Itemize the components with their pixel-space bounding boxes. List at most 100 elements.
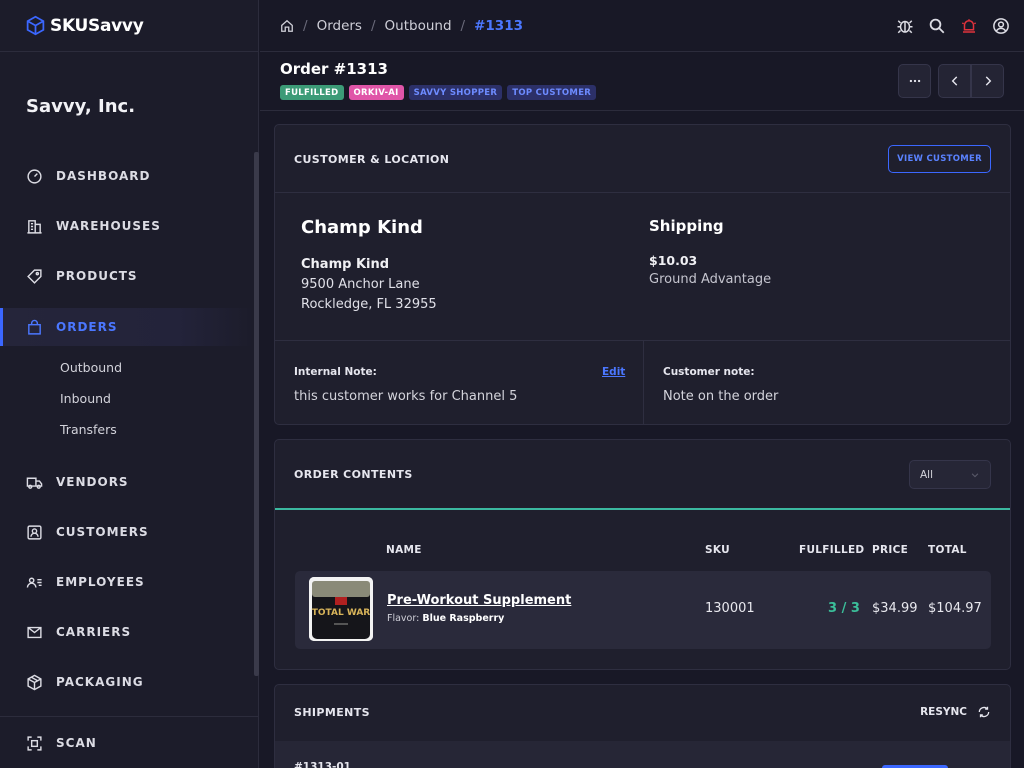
order-badges: FULFILLED ORKIV-AI SAVVY SHOPPER TOP CUS… (280, 85, 597, 100)
progress-indicator (275, 508, 1010, 510)
sidebar: SKUSavvy Savvy, Inc. DASHBOARD WAREHOUSE… (0, 0, 259, 768)
customer-name: Champ Kind (301, 217, 423, 238)
alarm-bell-icon[interactable] (959, 16, 979, 36)
product-image[interactable]: TOTAL WAR (309, 577, 373, 641)
breadcrumb-separator: / (370, 17, 376, 34)
sidebar-item-scan[interactable]: SCAN (0, 724, 254, 762)
company-name: Savvy, Inc. (26, 96, 136, 117)
sidebar-item-warehouses[interactable]: WAREHOUSES (0, 207, 254, 245)
sidebar-scrollbar[interactable] (254, 152, 259, 676)
sidebar-subitem-outbound[interactable]: Outbound (60, 360, 122, 375)
sidebar-item-products[interactable]: PRODUCTS (0, 257, 254, 295)
order-title: Order #1313 (280, 60, 388, 78)
shipments-card: SHIPMENTS RESYNC #1313-01 (274, 684, 1011, 768)
user-avatar-icon[interactable] (991, 16, 1011, 36)
image-label: TOTAL WAR (312, 608, 371, 618)
fulfilled-cell: 3 / 3 (828, 601, 860, 616)
user-list-icon (26, 574, 43, 591)
sku-cell: 130001 (705, 601, 755, 616)
sidebar-item-label: SCAN (56, 736, 97, 750)
shipment-row[interactable]: #1313-01 (275, 741, 1010, 768)
total-cell: $104.97 (928, 601, 982, 616)
more-actions-button[interactable] (898, 64, 931, 98)
search-icon[interactable] (927, 16, 947, 36)
column-header-price: PRICE (872, 544, 909, 556)
sidebar-item-packaging[interactable]: PACKAGING (0, 663, 254, 701)
shipment-id: #1313-01 (294, 761, 351, 768)
card-title: CUSTOMER & LOCATION (294, 153, 450, 166)
user-card-icon (26, 524, 43, 541)
product-variant: Flavor: Blue Raspberry (387, 613, 504, 624)
sidebar-item-label: EMPLOYEES (56, 575, 145, 589)
mail-check-icon (26, 624, 43, 641)
building-icon (26, 218, 43, 235)
breadcrumb-separator: / (303, 17, 308, 34)
customer-location-card: CUSTOMER & LOCATION VIEW CUSTOMER Champ … (274, 124, 1011, 425)
cube-logo-icon (26, 15, 45, 36)
order-header: Order #1313 FULFILLED ORKIV-AI SAVVY SHO… (260, 52, 1024, 111)
resync-button[interactable]: RESYNC (920, 705, 991, 719)
address-line-1: 9500 Anchor Lane (301, 277, 420, 292)
sidebar-item-employees[interactable]: EMPLOYEES (0, 563, 254, 601)
tag-icon (26, 268, 43, 285)
contents-filter-select[interactable]: All (909, 460, 991, 489)
sidebar-divider (0, 716, 259, 717)
sidebar-item-dashboard[interactable]: DASHBOARD (0, 157, 254, 195)
ellipsis-icon (909, 79, 920, 83)
sidebar-item-carriers[interactable]: CARRIERS (0, 613, 254, 651)
internal-note-label: Internal Note: (294, 366, 377, 378)
shipping-title: Shipping (649, 217, 724, 235)
customer-note-text: Note on the order (663, 389, 779, 404)
notes-divider (643, 340, 644, 425)
table-row[interactable]: TOTAL WAR Pre-Workout Supplement Flavor:… (295, 571, 991, 649)
breadcrumb-current: #1313 (474, 17, 523, 34)
price-cell: $34.99 (872, 601, 918, 616)
column-header-total: TOTAL (928, 544, 967, 556)
address-line-2: Rockledge, FL 32955 (301, 297, 437, 312)
logo[interactable]: SKUSavvy (0, 0, 258, 52)
column-header-sku: SKU (705, 544, 730, 556)
sidebar-item-label: ORDERS (56, 320, 118, 334)
bug-icon[interactable] (895, 16, 915, 36)
resync-label: RESYNC (920, 706, 967, 718)
gauge-icon (26, 168, 43, 185)
variant-value: Blue Raspberry (422, 613, 505, 624)
order-contents-card: ORDER CONTENTS All NAME SKU FULFILLED PR… (274, 439, 1011, 670)
shipping-price: $10.03 (649, 253, 698, 268)
breadcrumb-orders[interactable]: Orders (317, 18, 362, 34)
topbar-actions (895, 16, 1011, 36)
column-header-name: NAME (386, 544, 422, 556)
filter-value: All (920, 468, 934, 481)
product-name-link[interactable]: Pre-Workout Supplement (387, 593, 571, 608)
supplement-tub-image: TOTAL WAR (309, 577, 373, 641)
sidebar-item-label: DASHBOARD (56, 169, 151, 183)
scan-icon (26, 735, 43, 752)
sidebar-item-vendors[interactable]: VENDORS (0, 463, 254, 501)
breadcrumb-outbound[interactable]: Outbound (385, 18, 452, 34)
sidebar-subitem-transfers[interactable]: Transfers (60, 422, 117, 437)
breadcrumb-separator: / (460, 17, 466, 34)
next-order-button[interactable] (971, 64, 1004, 98)
edit-internal-note-link[interactable]: Edit (602, 366, 625, 378)
refresh-icon (978, 706, 990, 718)
card-title: SHIPMENTS (294, 706, 370, 719)
sidebar-item-orders[interactable]: ORDERS (0, 308, 254, 346)
internal-note-text: this customer works for Channel 5 (294, 389, 518, 404)
tag-badge-top-customer: TOP CUSTOMER (507, 85, 597, 100)
tag-badge-orkiv-ai: ORKIV-AI (348, 85, 404, 100)
previous-order-button[interactable] (938, 64, 971, 98)
sidebar-item-label: PRODUCTS (56, 269, 138, 283)
sidebar-subitem-inbound[interactable]: Inbound (60, 391, 111, 406)
chevron-right-icon (985, 76, 991, 86)
brand-name: SKUSavvy (50, 15, 144, 36)
sidebar-item-label: PACKAGING (56, 675, 144, 689)
sidebar-item-customers[interactable]: CUSTOMERS (0, 513, 254, 551)
status-badge-fulfilled: FULFILLED (280, 85, 344, 100)
card-title: ORDER CONTENTS (294, 468, 413, 481)
address-name: Champ Kind (301, 257, 390, 272)
sidebar-item-label: WAREHOUSES (56, 219, 161, 233)
view-customer-button[interactable]: VIEW CUSTOMER (888, 145, 991, 173)
column-header-fulfilled: FULFILLED (799, 544, 865, 556)
home-icon[interactable] (280, 19, 294, 33)
chevron-left-icon (951, 76, 957, 86)
